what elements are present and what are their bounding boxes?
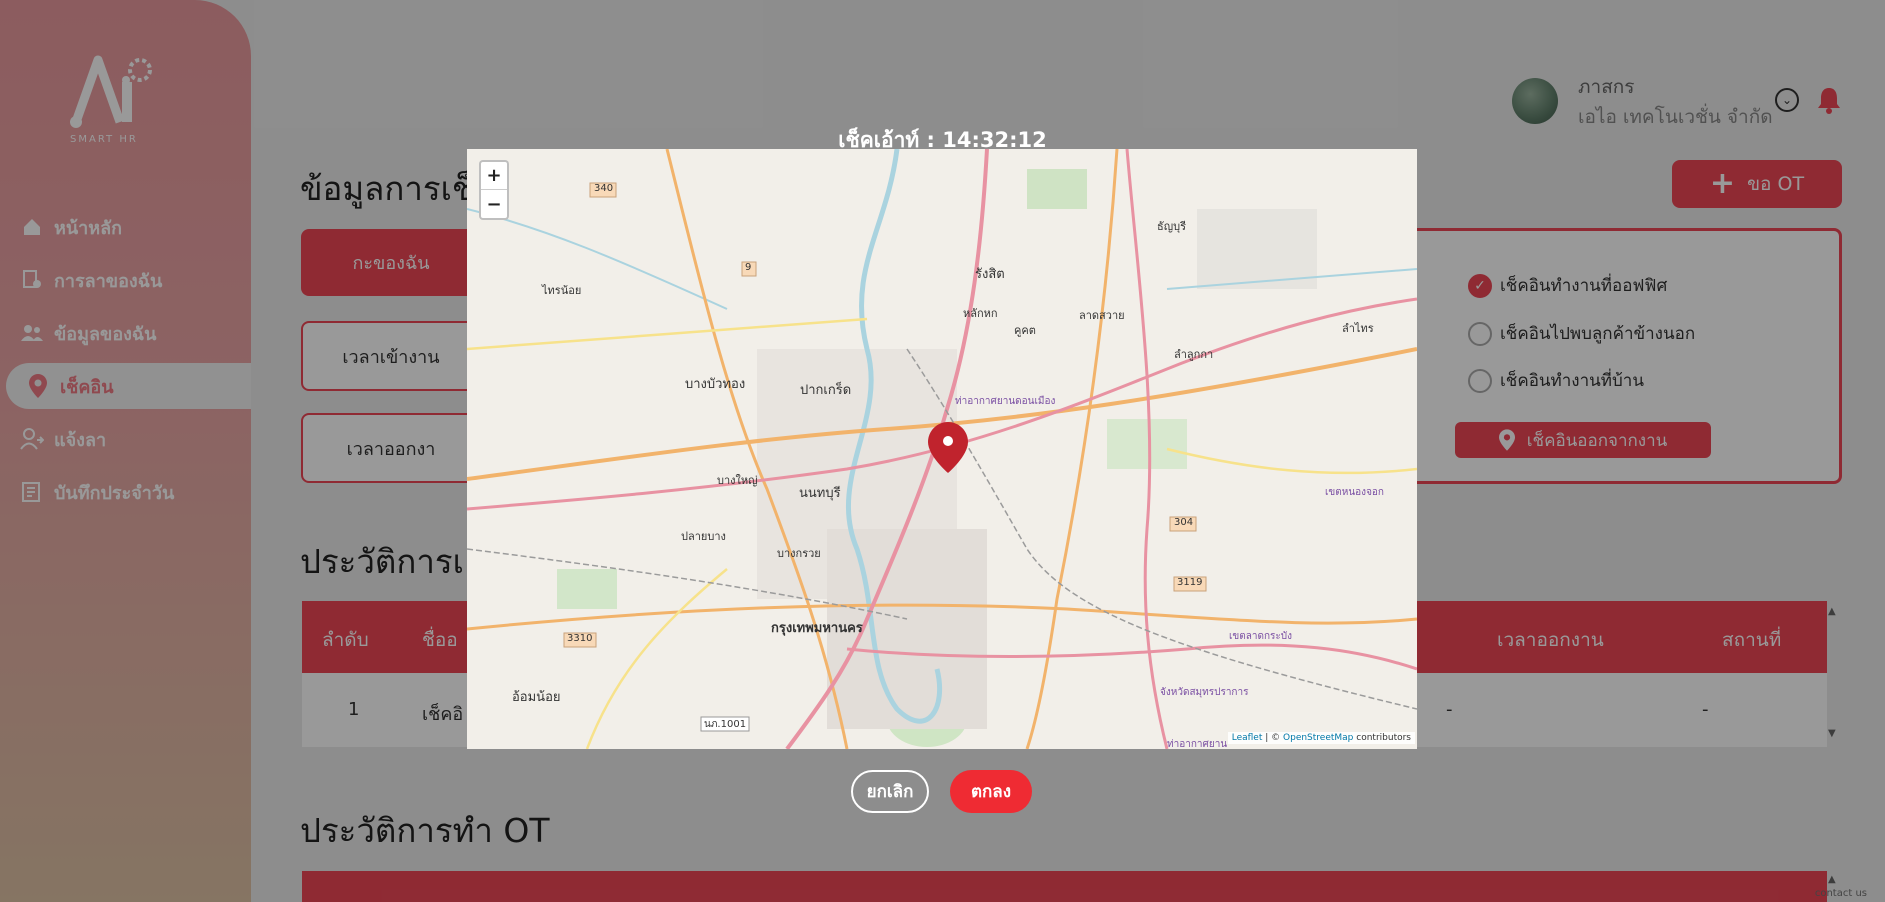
map-view[interactable]: กรุงเทพมหานคร นนทบุรี รังสิต ปากเกร็ด บา… (467, 149, 1417, 749)
map-label: ท่าอากาศยานดอนเมือง (955, 396, 1056, 407)
osm-link[interactable]: OpenStreetMap (1283, 733, 1353, 743)
map-label: ปลายบาง (681, 530, 726, 543)
map-label: เขตลาดกระบัง (1229, 631, 1293, 642)
route-shield: 340 (594, 183, 614, 194)
route-shield: 9 (745, 262, 752, 273)
map-label: ธัญบุรี (1157, 220, 1186, 233)
attribution-separator: | © (1262, 733, 1284, 743)
map-label: ลำลูกกา (1174, 348, 1214, 361)
map-label: อ้อมน้อย (512, 690, 561, 705)
leaflet-link[interactable]: Leaflet (1232, 733, 1263, 743)
map-label: นนทบุรี (799, 486, 841, 501)
map-label: จังหวัดสมุทรปราการ (1160, 687, 1249, 698)
map-label: เขตหนองจอก (1325, 487, 1384, 498)
map-label: ไทรน้อย (542, 284, 582, 297)
confirm-button[interactable]: ตกลง (950, 770, 1032, 813)
attribution-tail: contributors (1353, 733, 1411, 743)
map-label: ปากเกร็ด (800, 383, 852, 398)
contact-us-link[interactable]: contact us (1815, 888, 1867, 899)
map-label: บางกรวย (777, 547, 821, 560)
map-zoom-control: + − (479, 160, 509, 220)
map-tiles (467, 149, 1417, 749)
map-attribution: Leaflet | © OpenStreetMap contributors (1227, 732, 1415, 744)
route-shield: 3119 (1177, 577, 1203, 588)
map-label: คูคต (1014, 324, 1036, 337)
cancel-button[interactable]: ยกเลิก (851, 770, 929, 813)
map-label: หลักหก (963, 307, 998, 320)
map-label: ลาดสวาย (1079, 309, 1125, 322)
map-label: ลำไทร (1342, 322, 1374, 335)
zoom-in-button[interactable]: + (481, 162, 507, 190)
route-shield: 3310 (567, 633, 593, 644)
route-shield: นภ.1001 (704, 719, 747, 730)
map-label: บางบัวทอง (685, 377, 746, 392)
zoom-out-button[interactable]: − (481, 190, 507, 218)
map-label: บางใหญ่ (717, 474, 758, 487)
route-shield: 304 (1174, 517, 1194, 528)
map-label: ท่าอากาศยาน (1167, 739, 1228, 749)
map-label: กรุงเทพมหานคร (771, 621, 863, 636)
map-label: รังสิต (975, 267, 1005, 282)
